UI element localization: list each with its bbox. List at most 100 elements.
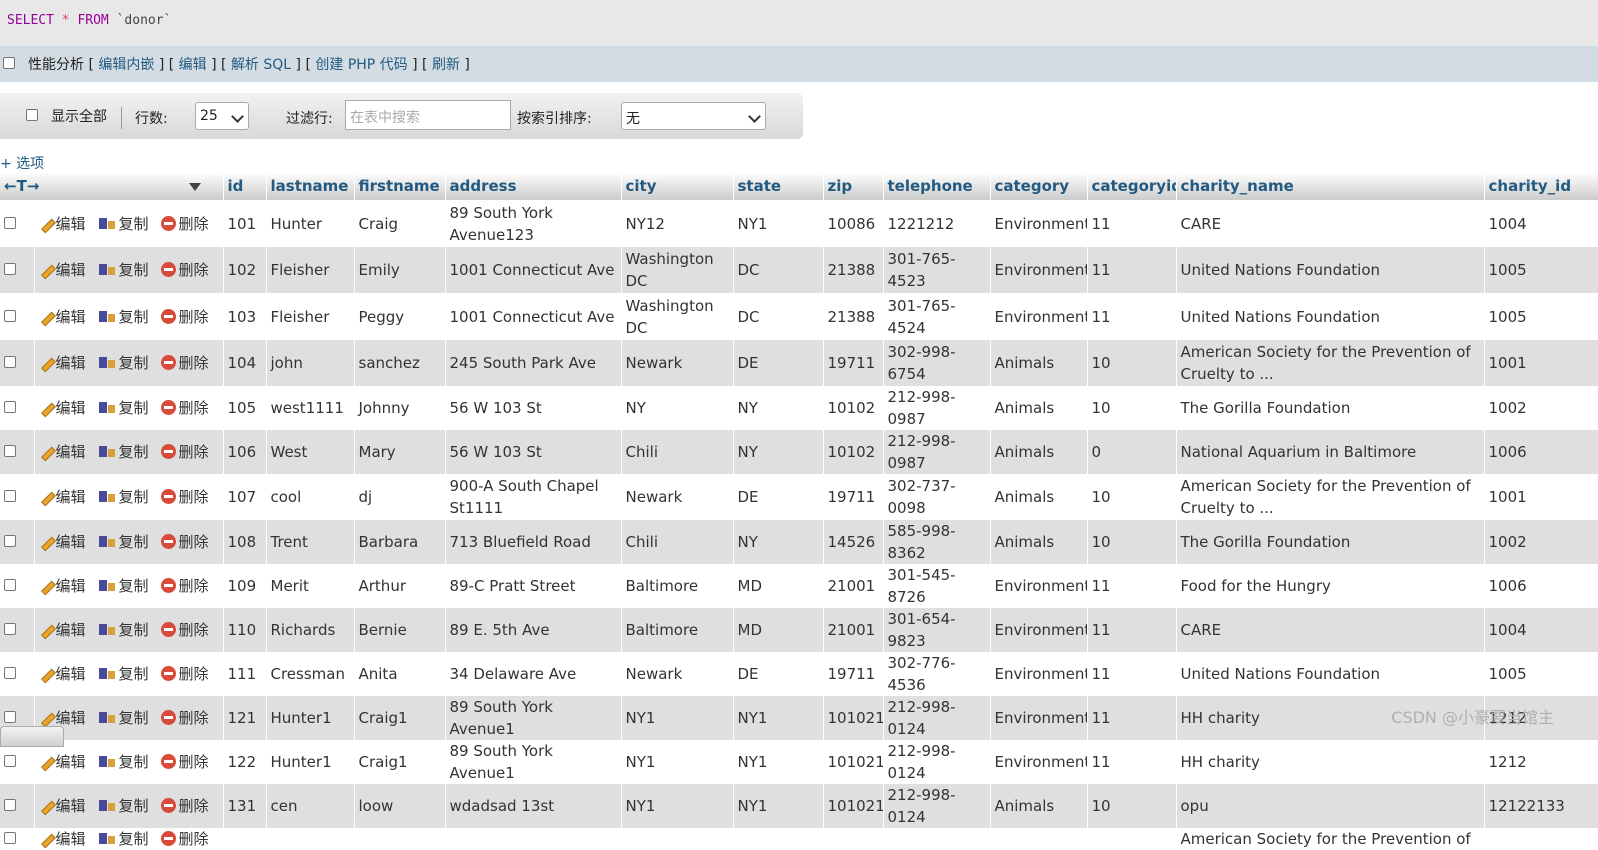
table-cell[interactable]: Environment <box>990 293 1088 340</box>
table-cell[interactable]: 104 <box>223 340 267 386</box>
table-cell[interactable] <box>990 828 1088 850</box>
table-cell[interactable]: NY <box>621 386 734 430</box>
copy-action[interactable]: 复制 <box>98 399 149 417</box>
table-cell[interactable]: Chili <box>621 520 734 564</box>
copy-action[interactable]: 复制 <box>98 488 149 506</box>
row-checkbox[interactable] <box>4 623 16 635</box>
table-cell[interactable]: 301-765-4523 <box>883 247 991 293</box>
row-checkbox[interactable] <box>4 667 16 679</box>
table-cell[interactable]: Bernie <box>354 608 446 652</box>
filter-input[interactable]: 在表中搜索 <box>345 100 511 130</box>
table-cell[interactable]: NY12 <box>621 200 734 247</box>
table-cell[interactable]: Arthur <box>354 564 446 608</box>
table-cell[interactable]: 19711 <box>823 652 884 696</box>
table-cell[interactable]: 1006 <box>1484 430 1598 474</box>
table-cell[interactable]: 89-C Pratt Street <box>445 564 622 608</box>
table-cell[interactable]: Animals <box>990 386 1088 430</box>
table-cell[interactable]: west1111 <box>266 386 355 430</box>
table-cell[interactable]: 56 W 103 St <box>445 430 622 474</box>
table-cell[interactable]: Environment <box>990 608 1088 652</box>
table-cell[interactable]: NY1 <box>733 200 824 247</box>
edit-action[interactable]: 编辑 <box>39 399 86 417</box>
table-cell[interactable]: 111 <box>223 652 267 696</box>
table-cell[interactable]: National Aquarium in Baltimore <box>1176 430 1485 474</box>
edit-action[interactable]: 编辑 <box>39 709 86 727</box>
table-cell[interactable]: Environment <box>990 564 1088 608</box>
table-cell[interactable]: Environment <box>990 652 1088 696</box>
table-cell[interactable]: Animals <box>990 430 1088 474</box>
table-cell[interactable]: 1005 <box>1484 247 1598 293</box>
table-cell[interactable] <box>445 828 622 850</box>
row-checkbox[interactable] <box>4 490 16 502</box>
edit-action[interactable]: 编辑 <box>39 577 86 595</box>
sort-dropdown-icon[interactable] <box>189 182 202 191</box>
row-checkbox[interactable] <box>4 309 16 322</box>
edit-link[interactable]: 编辑 <box>179 57 207 73</box>
table-cell[interactable]: Craig <box>354 200 446 247</box>
delete-action[interactable]: 删除 <box>160 443 209 461</box>
edit-action[interactable]: 编辑 <box>39 443 86 461</box>
table-cell[interactable]: NY1 <box>621 784 734 828</box>
table-cell[interactable] <box>733 828 824 850</box>
table-cell[interactable]: 21388 <box>823 247 884 293</box>
table-cell[interactable]: Baltimore <box>621 608 734 652</box>
table-cell[interactable]: 245 South Park Ave <box>445 340 622 386</box>
table-cell[interactable]: 1002 <box>1484 520 1598 564</box>
table-cell[interactable]: Environment <box>990 200 1088 247</box>
delete-action[interactable]: 删除 <box>160 577 209 595</box>
delete-action[interactable]: 删除 <box>160 261 209 279</box>
table-cell[interactable]: 302-737-0098 <box>883 474 991 520</box>
delete-action[interactable]: 删除 <box>160 488 209 506</box>
table-cell[interactable]: NY1 <box>621 696 734 740</box>
table-cell[interactable]: 301-654-9823 <box>883 608 991 652</box>
table-cell[interactable]: Food for the Hungry <box>1176 564 1485 608</box>
copy-action[interactable]: 复制 <box>98 215 149 233</box>
table-cell[interactable]: 21001 <box>823 608 884 652</box>
table-cell[interactable]: loow <box>354 784 446 828</box>
column-header[interactable]: id <box>223 172 267 200</box>
row-checkbox[interactable] <box>4 579 16 591</box>
delete-action[interactable]: 删除 <box>160 215 209 233</box>
table-cell[interactable]: The Gorilla Foundation <box>1176 386 1485 430</box>
column-header[interactable]: firstname <box>354 172 446 200</box>
table-cell[interactable]: 131 <box>223 784 267 828</box>
table-cell[interactable]: Washington DC <box>621 293 734 340</box>
profiling-checkbox[interactable] <box>3 57 15 69</box>
edit-action[interactable]: 编辑 <box>39 308 86 326</box>
table-cell[interactable]: 1221212 <box>883 200 991 247</box>
table-cell[interactable]: 89 South York Avenue123 <box>445 200 622 247</box>
copy-action[interactable]: 复制 <box>98 753 149 771</box>
edit-action[interactable]: 编辑 <box>39 665 86 683</box>
table-cell[interactable]: Cressman <box>266 652 355 696</box>
table-cell[interactable]: Hunter <box>266 200 355 247</box>
table-cell[interactable]: Mary <box>354 430 446 474</box>
table-cell[interactable]: 301-765-4524 <box>883 293 991 340</box>
table-cell[interactable]: 11 <box>1087 247 1177 293</box>
table-cell[interactable]: 101021 <box>823 696 884 740</box>
table-cell[interactable]: 11 <box>1087 696 1177 740</box>
table-cell[interactable]: NY <box>733 520 824 564</box>
table-cell[interactable]: 11 <box>1087 564 1177 608</box>
column-header[interactable]: charity_id <box>1484 172 1598 200</box>
table-cell[interactable]: NY <box>733 430 824 474</box>
table-cell[interactable]: 1001 <box>1484 340 1598 386</box>
table-cell[interactable]: Johnny <box>354 386 446 430</box>
table-cell[interactable]: Hunter1 <box>266 696 355 740</box>
column-header[interactable]: categoryid <box>1087 172 1177 200</box>
table-cell[interactable]: 1004 <box>1484 200 1598 247</box>
table-cell[interactable]: 10 <box>1087 784 1177 828</box>
table-cell[interactable]: 713 Bluefield Road <box>445 520 622 564</box>
table-cell[interactable]: wdadsad 13st <box>445 784 622 828</box>
refresh-link[interactable]: 刷新 <box>432 57 460 73</box>
table-cell[interactable]: cool <box>266 474 355 520</box>
edit-action[interactable]: 编辑 <box>39 261 86 279</box>
edit-action[interactable]: 编辑 <box>39 753 86 771</box>
delete-action[interactable]: 删除 <box>160 753 209 771</box>
copy-action[interactable]: 复制 <box>98 308 149 326</box>
table-cell[interactable] <box>354 828 446 850</box>
rows-select[interactable]: 25 <box>195 102 249 130</box>
table-cell[interactable]: 12122133 <box>1484 784 1598 828</box>
edit-action[interactable]: 编辑 <box>39 797 86 815</box>
table-cell[interactable]: Animals <box>990 784 1088 828</box>
table-cell[interactable]: 900-A South Chapel St1111 <box>445 474 622 520</box>
